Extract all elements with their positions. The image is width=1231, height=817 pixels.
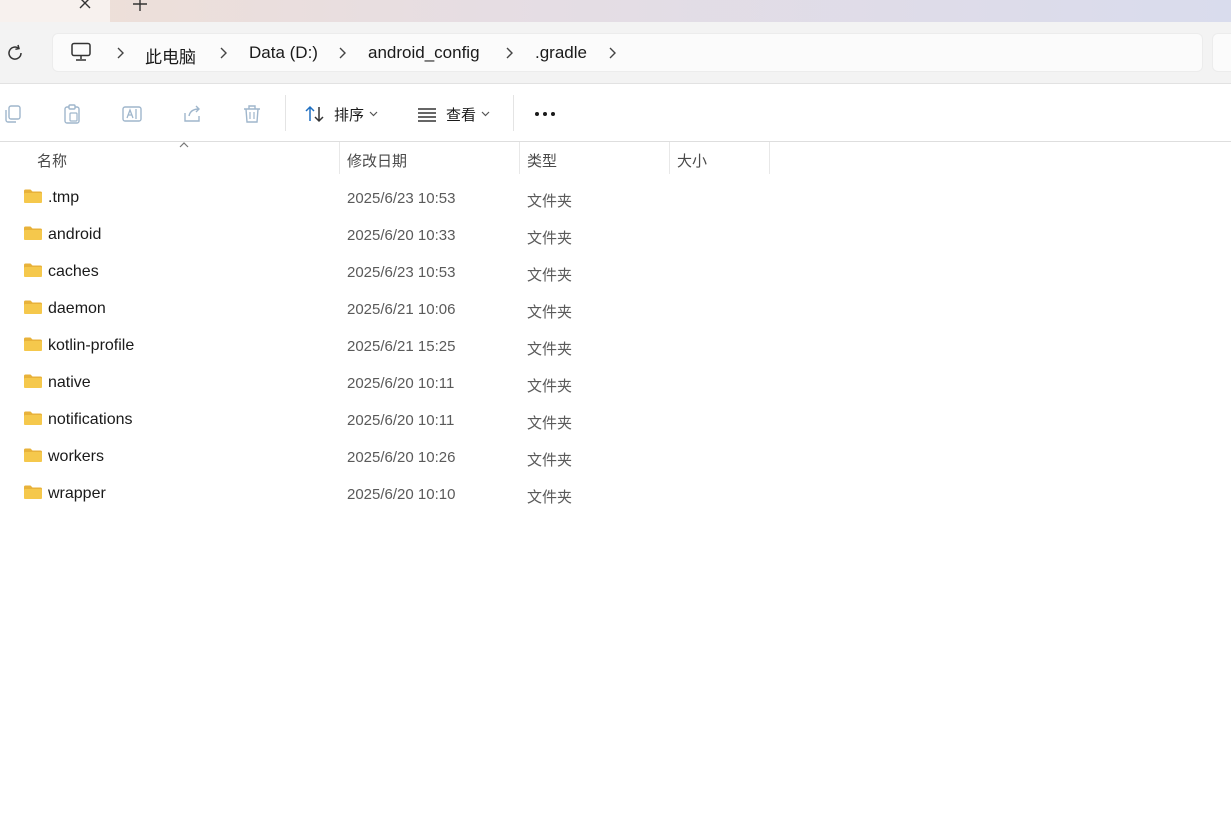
breadcrumb-item[interactable]: android_config xyxy=(368,43,480,63)
column-header-name[interactable]: 名称 xyxy=(30,142,339,176)
address-bar[interactable]: 此电脑 Data (D:) android_config .gradle xyxy=(52,33,1203,72)
search-box[interactable] xyxy=(1212,33,1231,72)
chevron-right-icon[interactable] xyxy=(606,45,618,61)
file-type: 文件夹 xyxy=(527,452,573,469)
folder-icon xyxy=(24,300,42,314)
chevron-down-icon xyxy=(481,111,490,117)
file-name: android xyxy=(48,226,102,243)
column-header-label: 大小 xyxy=(677,153,708,170)
view-list-icon xyxy=(418,108,436,122)
file-modified: 2025/6/20 10:11 xyxy=(347,375,455,392)
file-type: 文件夹 xyxy=(527,267,573,284)
folder-icon xyxy=(24,226,42,240)
copy-icon[interactable] xyxy=(2,103,24,125)
file-row[interactable]: daemon 2025/6/21 10:06 文件夹 xyxy=(0,291,780,328)
file-name: .tmp xyxy=(48,189,80,206)
file-type: 文件夹 xyxy=(527,304,573,321)
column-header-label: 修改日期 xyxy=(347,153,408,170)
folder-icon xyxy=(24,485,42,499)
file-row[interactable]: workers 2025/6/20 10:26 文件夹 xyxy=(0,439,780,476)
file-modified: 2025/6/23 10:53 xyxy=(347,264,456,281)
chevron-right-icon[interactable] xyxy=(503,45,515,61)
view-button[interactable]: 查看 xyxy=(416,102,490,126)
folder-icon xyxy=(24,374,42,388)
column-header-label: 类型 xyxy=(527,153,558,170)
column-header-size[interactable]: 大小 xyxy=(670,142,769,176)
chevron-down-icon xyxy=(369,111,378,117)
column-divider[interactable] xyxy=(769,142,770,174)
file-row[interactable]: android 2025/6/20 10:33 文件夹 xyxy=(0,217,780,254)
file-row[interactable]: notifications 2025/6/20 10:11 文件夹 xyxy=(0,402,780,439)
column-header-type[interactable]: 类型 xyxy=(520,142,669,176)
file-name: native xyxy=(48,374,91,391)
folder-icon xyxy=(24,189,42,203)
address-row: 此电脑 Data (D:) android_config .gradle xyxy=(0,22,1231,84)
file-modified: 2025/6/23 10:53 xyxy=(347,190,456,207)
file-modified: 2025/6/20 10:10 xyxy=(347,486,456,503)
close-icon[interactable] xyxy=(76,0,94,12)
view-label: 查看 xyxy=(446,106,477,124)
breadcrumb-item[interactable]: 此电脑 xyxy=(145,43,196,68)
file-type: 文件夹 xyxy=(527,378,573,395)
file-name: workers xyxy=(48,448,105,465)
file-type: 文件夹 xyxy=(527,230,573,247)
file-modified: 2025/6/20 10:33 xyxy=(347,227,456,244)
paste-icon[interactable] xyxy=(61,103,83,125)
folder-icon xyxy=(24,337,42,351)
file-modified: 2025/6/21 15:25 xyxy=(347,338,456,355)
column-header-label: 名称 xyxy=(37,153,68,170)
file-row[interactable]: caches 2025/6/23 10:53 文件夹 xyxy=(0,254,780,291)
chevron-right-icon[interactable] xyxy=(114,45,126,61)
file-type: 文件夹 xyxy=(527,193,573,210)
tab-strip xyxy=(0,0,1231,22)
sort-button[interactable]: 排序 xyxy=(304,102,378,126)
share-icon[interactable] xyxy=(181,103,203,125)
file-row[interactable]: wrapper 2025/6/20 10:10 文件夹 xyxy=(0,476,780,513)
file-row[interactable]: native 2025/6/20 10:11 文件夹 xyxy=(0,365,780,402)
folder-icon xyxy=(24,411,42,425)
file-type: 文件夹 xyxy=(527,415,573,432)
column-header-modified[interactable]: 修改日期 xyxy=(340,142,519,176)
file-modified: 2025/6/20 10:11 xyxy=(347,412,455,429)
folder-icon xyxy=(24,448,42,462)
sort-label: 排序 xyxy=(334,106,365,124)
sort-icon xyxy=(305,105,324,123)
file-name: caches xyxy=(48,263,99,280)
plus-icon[interactable] xyxy=(131,0,149,13)
rename-icon[interactable] xyxy=(121,103,143,125)
computer-icon xyxy=(71,42,91,61)
toolbar-divider xyxy=(285,95,286,131)
file-row[interactable]: .tmp 2025/6/23 10:53 文件夹 xyxy=(0,180,780,217)
chevron-right-icon[interactable] xyxy=(217,45,229,61)
trash-icon[interactable] xyxy=(241,103,263,125)
chevron-right-icon[interactable] xyxy=(336,45,348,61)
file-modified: 2025/6/20 10:26 xyxy=(347,449,456,466)
folder-icon xyxy=(24,263,42,277)
file-name: notifications xyxy=(48,411,133,428)
file-name: daemon xyxy=(48,300,106,317)
file-name: kotlin-profile xyxy=(48,337,135,354)
refresh-icon[interactable] xyxy=(5,43,25,63)
breadcrumb-item[interactable]: .gradle xyxy=(535,43,587,63)
breadcrumb-item[interactable]: Data (D:) xyxy=(249,43,318,63)
toolbar-divider xyxy=(513,95,514,131)
file-type: 文件夹 xyxy=(527,341,573,358)
file-modified: 2025/6/21 10:06 xyxy=(347,301,456,318)
file-type: 文件夹 xyxy=(527,489,573,506)
command-bar: 排序 查看 xyxy=(0,84,1231,141)
file-name: wrapper xyxy=(48,485,106,502)
more-icon[interactable] xyxy=(533,111,557,117)
file-row[interactable]: kotlin-profile 2025/6/21 15:25 文件夹 xyxy=(0,328,780,365)
